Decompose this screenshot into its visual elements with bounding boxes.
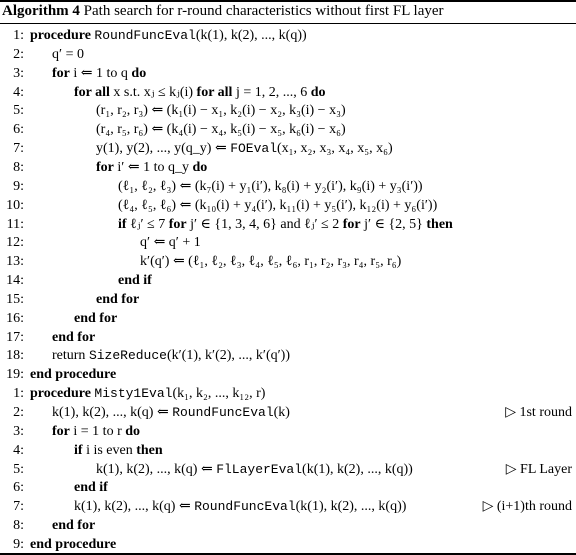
line-code: if ℓⱼ′ ≤ 7 for j′ ∈ {1, 3, 4, 6} and ℓⱼ′…: [118, 216, 453, 232]
line-code: k(1), k(2), ..., k(q) ⇐ RoundFuncEval(k(…: [74, 499, 407, 515]
algorithm-line: 17: end for: [0, 328, 576, 347]
algorithm-line: 14: end if: [0, 271, 576, 290]
line-number: 4:: [13, 442, 24, 458]
algorithm-line: 6: (r₄, r₅, r₆) ⇐ (k₄(i) − x₄, k₅(i) − x₅…: [0, 120, 576, 139]
algorithm-line: 9: end procedure: [0, 535, 576, 554]
algorithm-line: 16: end for: [0, 309, 576, 328]
line-code: return SizeReduce(k′(1), k′(2), ..., k′(…: [52, 348, 290, 364]
line-code: (r₄, r₅, r₆) ⇐ (k₄(i) − x₄, k₅(i) − x₅, …: [96, 122, 346, 138]
line-number: 1:: [13, 386, 24, 402]
line-number: 18:: [6, 348, 24, 364]
algorithm-line: 9: (ℓ₁, ℓ₂, ℓ₃) ⇐ (k₇(i) + y₁(i′), k₈(i) …: [0, 177, 576, 196]
line-comment: ▷ FL Layer: [505, 461, 572, 477]
line-code: end procedure: [30, 367, 117, 383]
algorithm-line: 5: (r₁, r₂, r₃) ⇐ (k₁(i) − x₁, k₂(i) − x₂…: [0, 101, 576, 120]
line-number: 17:: [6, 329, 24, 345]
line-code: for i′ ⇐ 1 to q_y do: [96, 159, 208, 175]
line-code: (ℓ₄, ℓ₅, ℓ₆) ⇐ (k₁₀(i) + y₄(i′), k₁₁(i) …: [118, 197, 438, 213]
algorithm-line: 13: k′(q′) ⇐ (ℓ₁, ℓ₂, ℓ₃, ℓ₄, ℓ₅, ℓ₆, r₁,…: [0, 252, 576, 271]
algorithm-line: 18: return SizeReduce(k′(1), k′(2), ..., …: [0, 346, 576, 365]
algorithm-line: 1: procedure RoundFuncEval(k(1), k(2), ..…: [0, 26, 576, 45]
algorithm-line: 3: for i = 1 to r do: [0, 422, 576, 441]
line-code: for all x s.t. xⱼ ≤ kⱼ(i) for all j = 1,…: [74, 84, 326, 100]
caption-rule: [0, 23, 576, 24]
line-number: 13:: [6, 254, 24, 270]
algorithm-line: 10: (ℓ₄, ℓ₅, ℓ₆) ⇐ (k₁₀(i) + y₄(i′), k₁₁(…: [0, 196, 576, 215]
algorithm-line: 6: end if: [0, 478, 576, 497]
line-number: 9:: [13, 536, 24, 552]
line-number: 2:: [13, 46, 24, 62]
line-code: k(1), k(2), ..., k(q) ⇐ RoundFuncEval(k): [52, 405, 290, 420]
line-code: end procedure: [30, 536, 117, 552]
line-number: 3:: [13, 65, 24, 81]
algorithm-caption: Algorithm 4 Path search for r-round char…: [2, 3, 444, 20]
line-code: k′(q′) ⇐ (ℓ₁, ℓ₂, ℓ₃, ℓ₄, ℓ₅, ℓ₆, r₁, r₂…: [140, 254, 402, 270]
line-code: (ℓ₁, ℓ₂, ℓ₃) ⇐ (k₇(i) + y₁(i′), k₈(i) + …: [118, 178, 423, 194]
line-code: q′ ⇐ q′ + 1: [140, 235, 201, 251]
line-number: 14:: [6, 273, 24, 289]
algorithm-line: 5: k(1), k(2), ..., k(q) ⇐ FlLayerEval(k(…: [0, 460, 576, 479]
algorithm-line: 15: end for: [0, 290, 576, 309]
line-code: end for: [52, 329, 96, 345]
algorithm-line: 12: q′ ⇐ q′ + 1: [0, 233, 576, 252]
algorithm-line: 3: for i ⇐ 1 to q do: [0, 64, 576, 83]
line-number: 19:: [6, 367, 24, 383]
algorithm-line: 1: procedure Misty1Eval(k₁, k₂, ..., k₁₂,…: [0, 384, 576, 403]
line-number: 6:: [13, 122, 24, 138]
line-code: procedure RoundFuncEval(k(1), k(2), ...,…: [30, 28, 307, 43]
line-number: 15:: [6, 291, 24, 307]
line-number: 9:: [13, 178, 24, 194]
algorithm-line: 7: y(1), y(2), ..., y(q_y) ⇐ FOEval(x₁, x…: [0, 139, 576, 158]
line-number: 2:: [13, 405, 24, 420]
line-code: end for: [96, 291, 140, 307]
line-number: 3:: [13, 423, 24, 439]
line-number: 5:: [13, 103, 24, 119]
line-code: if i is even then: [74, 442, 163, 458]
line-code: k(1), k(2), ..., k(q) ⇐ FlLayerEval(k(1)…: [96, 461, 413, 477]
line-code: end for: [52, 518, 96, 534]
line-code: y(1), y(2), ..., y(q_y) ⇐ FOEval(x₁, x₂,…: [96, 141, 393, 157]
line-code: procedure Misty1Eval(k₁, k₂, ..., k₁₂, r…: [30, 386, 266, 402]
caption-text: Path search for r-round characteristics …: [79, 3, 444, 19]
line-number: 8:: [13, 159, 24, 175]
line-number: 16:: [6, 310, 24, 326]
line-number: 5:: [13, 461, 24, 477]
line-number: 6:: [13, 480, 24, 496]
algorithm-line: 2: q′ = 0: [0, 45, 576, 64]
algorithm-line: 4: for all x s.t. xⱼ ≤ kⱼ(i) for all j = …: [0, 83, 576, 102]
algorithm-line: 19: end procedure: [0, 365, 576, 384]
line-number: 8:: [13, 518, 24, 534]
line-number: 1:: [13, 28, 24, 43]
line-code: end if: [74, 480, 108, 496]
algorithm-line: 8: for i′ ⇐ 1 to q_y do: [0, 158, 576, 177]
algorithm-line: 11: if ℓⱼ′ ≤ 7 for j′ ∈ {1, 3, 4, 6} and …: [0, 215, 576, 234]
algorithm-line: 4: if i is even then: [0, 441, 576, 460]
top-rule: [0, 0, 576, 2]
line-number: 4:: [13, 84, 24, 100]
algorithm-line: 7: k(1), k(2), ..., k(q) ⇐ RoundFuncEval(…: [0, 497, 576, 516]
line-code: end for: [74, 310, 118, 326]
line-number: 12:: [6, 235, 24, 251]
line-code: end if: [118, 273, 152, 289]
line-code: (r₁, r₂, r₃) ⇐ (k₁(i) − x₁, k₂(i) − x₂, …: [96, 103, 346, 119]
line-code: for i ⇐ 1 to q do: [52, 65, 147, 81]
line-number: 10:: [6, 197, 24, 213]
caption-label: Algorithm 4: [2, 3, 80, 19]
line-code: for i = 1 to r do: [52, 423, 141, 439]
line-number: 7:: [13, 499, 24, 515]
algorithm-line: 2: k(1), k(2), ..., k(q) ⇐ RoundFuncEval(…: [0, 403, 576, 422]
line-comment: ▷ (i+1)th round: [482, 499, 572, 515]
line-comment: ▷ 1st round: [505, 405, 572, 420]
line-number: 7:: [13, 141, 24, 157]
algorithm-line: 8: end for: [0, 516, 576, 535]
line-number: 11:: [6, 216, 24, 232]
line-code: q′ = 0: [52, 46, 84, 62]
